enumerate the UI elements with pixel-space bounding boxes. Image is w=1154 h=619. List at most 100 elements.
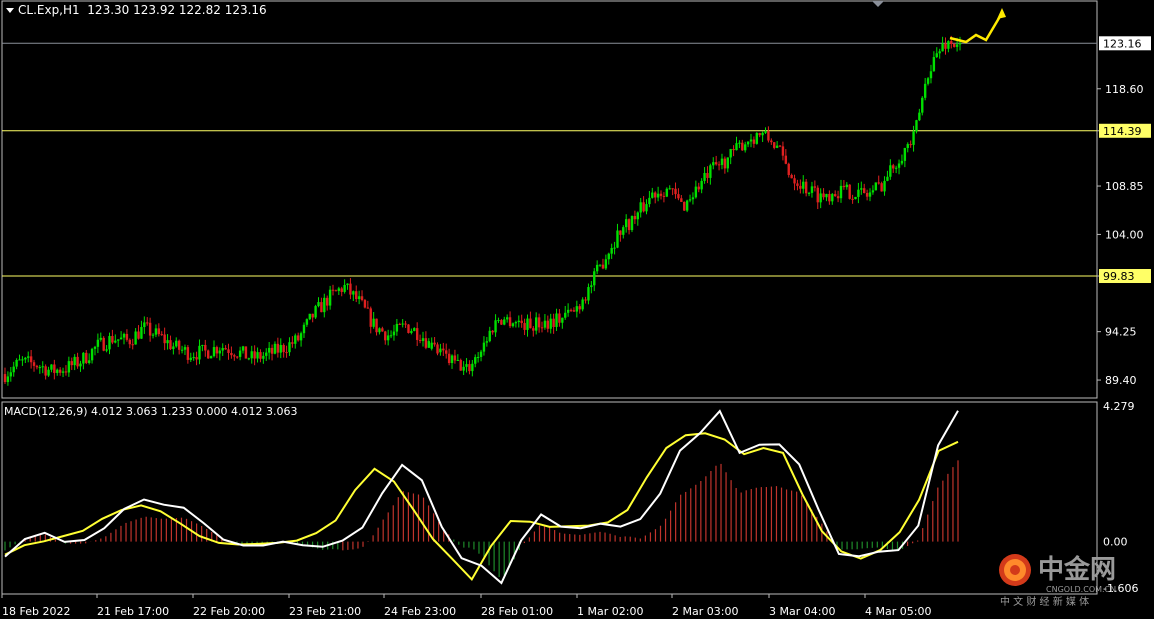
candle-body (659, 193, 663, 196)
candle-body (848, 184, 851, 199)
candle (636, 211, 639, 226)
candle (717, 161, 721, 171)
candle-body (328, 289, 332, 306)
candle (386, 329, 390, 346)
candle (546, 315, 550, 333)
candle-body (221, 348, 224, 351)
candle (651, 187, 654, 199)
candle-body (102, 337, 105, 351)
candle-body (381, 328, 384, 332)
candle-body (450, 355, 454, 364)
candle (328, 285, 332, 310)
candle-body (923, 83, 927, 98)
candle-body (163, 334, 166, 344)
candle (912, 125, 915, 152)
candle (267, 342, 271, 360)
candle (526, 314, 529, 337)
x-tick-label: 3 Mar 04:00 (769, 605, 835, 618)
candle (848, 184, 851, 200)
candle-body (671, 188, 674, 190)
candle (343, 279, 346, 294)
candle (932, 51, 936, 72)
candle (79, 360, 82, 372)
candle-body (804, 181, 808, 194)
candle (482, 336, 486, 356)
candle (909, 140, 912, 148)
candle (564, 305, 567, 320)
candle (680, 195, 683, 202)
candle (523, 318, 526, 336)
candle-body (836, 196, 840, 199)
candle (302, 322, 306, 338)
candle (807, 191, 811, 197)
candle-body (877, 182, 880, 184)
candle (369, 306, 372, 334)
candle-body (44, 366, 47, 376)
candle-body (445, 350, 448, 354)
candle-body (398, 323, 401, 325)
candle (299, 331, 303, 347)
candle-body (578, 306, 581, 310)
candle (505, 314, 509, 323)
candle (622, 225, 625, 239)
candle (900, 154, 904, 166)
candle-body (874, 182, 878, 191)
candle (604, 254, 608, 270)
candle-body (90, 348, 94, 361)
candle (137, 325, 140, 340)
candle (82, 352, 85, 370)
candle-body (430, 342, 433, 349)
candle (923, 77, 927, 101)
candle (508, 311, 512, 329)
candle (880, 181, 883, 192)
candle (87, 353, 91, 365)
candle-body (119, 337, 123, 340)
candle (273, 341, 277, 355)
candle (215, 345, 219, 359)
candle (703, 167, 706, 184)
candle-body (630, 216, 634, 231)
candle-body (421, 338, 425, 341)
candle (160, 331, 163, 336)
candle (642, 196, 645, 213)
candle-body (93, 346, 97, 349)
candle (395, 318, 399, 336)
candle-body (575, 306, 579, 312)
candle (337, 286, 341, 295)
candle-body (105, 349, 108, 351)
candle-body (508, 317, 512, 327)
candle (195, 351, 198, 366)
candle-body (950, 41, 953, 44)
candle (209, 355, 213, 359)
candle-body (775, 145, 779, 148)
candle-body (491, 330, 494, 333)
candle (816, 185, 819, 210)
candle-body (395, 323, 399, 332)
candle (627, 218, 631, 235)
candle-body (790, 174, 793, 179)
candle-body (894, 167, 898, 169)
candle (790, 173, 793, 179)
candle (639, 197, 642, 218)
candle (532, 326, 535, 337)
candle (119, 331, 123, 340)
candle-body (897, 163, 901, 168)
candle (407, 324, 410, 334)
candle (485, 336, 489, 347)
candle (334, 289, 338, 292)
candle-body (384, 331, 387, 341)
candle-body (343, 284, 346, 292)
candle-body (215, 347, 219, 354)
candle (654, 191, 657, 204)
candle (404, 320, 407, 328)
candle (180, 345, 184, 354)
candle (897, 159, 901, 175)
candle-body (386, 335, 390, 341)
candle-body (871, 190, 875, 193)
candle (410, 328, 413, 335)
candle (389, 330, 393, 339)
candle-body (67, 361, 71, 373)
candle-body (607, 253, 610, 260)
candle-body (12, 366, 15, 373)
candle-body (906, 144, 909, 149)
